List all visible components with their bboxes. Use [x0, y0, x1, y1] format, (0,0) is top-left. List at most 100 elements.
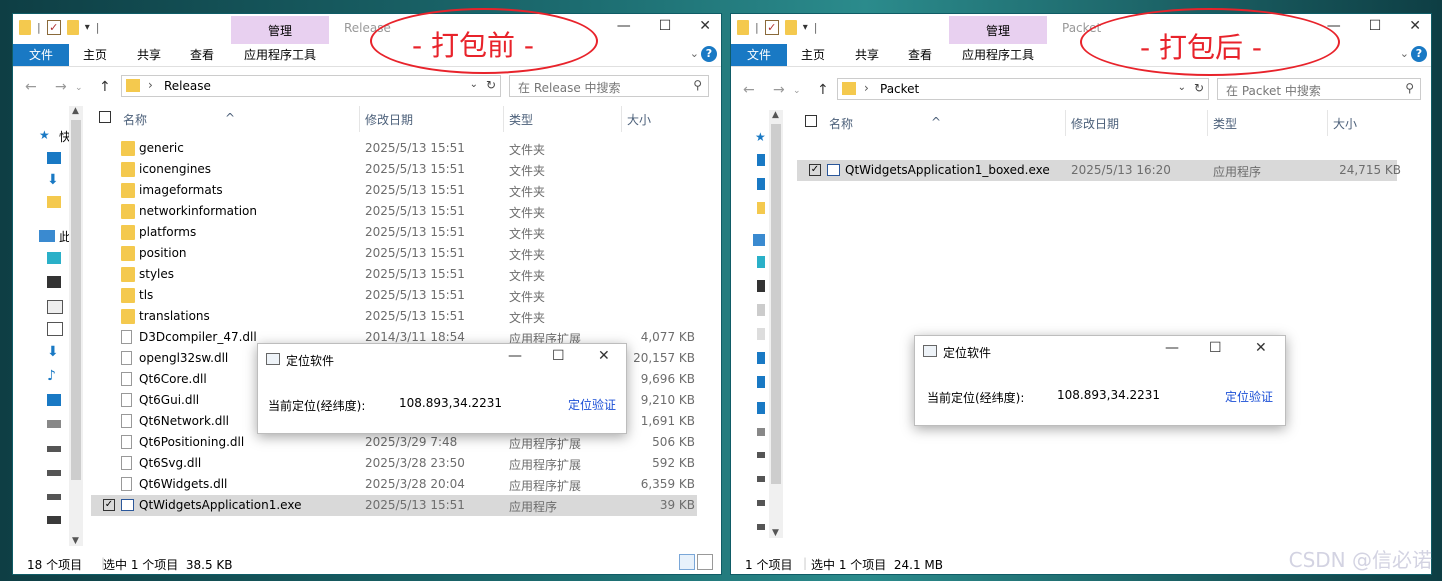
column-date[interactable]: 修改日期	[365, 111, 413, 128]
3d-objects-icon[interactable]	[47, 252, 61, 264]
minimize-icon[interactable]: —	[1165, 340, 1179, 356]
drive-icon[interactable]	[757, 524, 765, 530]
quick-access-icon[interactable]: ★	[755, 130, 769, 144]
drive-icon[interactable]	[757, 428, 765, 436]
row-checkbox[interactable]: ✓	[809, 164, 821, 176]
downloads-icon[interactable]: ⬇	[47, 344, 61, 360]
minimize-icon[interactable]: —	[617, 18, 631, 34]
row-checkbox[interactable]: ✓	[103, 499, 115, 511]
table-row[interactable]: Qt6Widgets.dll 2025/3/28 20:04 应用程序扩展 6,359…	[91, 474, 697, 495]
details-view-icon[interactable]	[679, 554, 695, 570]
table-row[interactable]: ✓ QtWidgetsApplication1_boxed.exe 2025/5/1…	[797, 160, 1401, 181]
scroll-up-icon[interactable]: ▲	[772, 110, 779, 120]
address-field[interactable]: › Release ⌄ ↻	[121, 75, 501, 97]
select-all-checkbox[interactable]	[805, 115, 817, 127]
downloads-icon[interactable]	[757, 352, 765, 364]
table-row[interactable]: platforms 2025/5/13 15:51 文件夹	[91, 222, 697, 243]
scroll-up-icon[interactable]: ▲	[72, 106, 79, 116]
column-size[interactable]: 大小	[627, 111, 651, 128]
table-row[interactable]: translations 2025/5/13 15:51 文件夹	[91, 306, 697, 327]
pictures-icon[interactable]	[47, 300, 63, 314]
column-name[interactable]: 名称	[829, 115, 853, 132]
desktop-icon[interactable]	[757, 402, 765, 414]
column-type[interactable]: 类型	[1213, 115, 1237, 132]
scroll-thumb[interactable]	[71, 120, 81, 480]
refresh-icon[interactable]: ↻	[1194, 81, 1204, 95]
tab-share[interactable]: 共享	[855, 44, 879, 66]
new-folder-icon[interactable]	[66, 20, 79, 35]
tab-share[interactable]: 共享	[137, 44, 161, 66]
chevron-down-icon[interactable]: ⌄	[1178, 82, 1186, 93]
tab-view[interactable]: 查看	[190, 44, 214, 66]
properties-icon[interactable]: ✓	[46, 20, 61, 35]
videos-icon[interactable]	[757, 280, 765, 292]
recent-dropdown-icon[interactable]: ⌄	[75, 83, 83, 93]
tab-file[interactable]: 文件	[13, 44, 69, 66]
search-input[interactable]: 在 Packet 中搜索 ⚲	[1217, 78, 1421, 100]
chevron-down-icon[interactable]: ⌄	[690, 47, 699, 60]
chevron-down-icon[interactable]: ⌄	[470, 79, 478, 90]
drive-icon[interactable]	[47, 494, 61, 500]
minimize-icon[interactable]: —	[508, 348, 522, 364]
table-row[interactable]: tls 2025/5/13 15:51 文件夹	[91, 285, 697, 306]
up-icon[interactable]: ↑	[99, 79, 111, 95]
close-icon[interactable]: ✕	[1409, 18, 1421, 34]
tab-manage[interactable]: 管理	[949, 16, 1047, 44]
column-date[interactable]: 修改日期	[1071, 115, 1119, 132]
properties-icon[interactable]: ✓	[764, 20, 779, 35]
downloads-icon[interactable]: ⬇	[47, 172, 61, 188]
back-icon[interactable]: ←	[25, 79, 37, 95]
tab-home[interactable]: 主页	[801, 44, 825, 66]
table-row[interactable]: Qt6Positioning.dll 2025/3/29 7:48 应用程序扩展 50…	[91, 432, 697, 453]
help-icon[interactable]: ?	[1411, 46, 1427, 62]
this-pc-icon[interactable]	[753, 234, 765, 246]
documents-icon[interactable]	[47, 196, 61, 208]
scroll-down-icon[interactable]: ▼	[72, 536, 79, 546]
videos-icon[interactable]	[47, 276, 61, 288]
nav-scrollbar[interactable]: ▲ ▼	[769, 110, 783, 538]
downloads-icon[interactable]	[757, 178, 765, 190]
desktop-icon[interactable]	[757, 154, 765, 166]
recent-dropdown-icon[interactable]: ⌄	[793, 86, 801, 96]
maximize-icon[interactable]: ☐	[552, 348, 565, 364]
music-icon[interactable]	[757, 376, 765, 388]
this-pc-icon[interactable]	[39, 230, 55, 242]
drive-icon[interactable]	[47, 470, 61, 476]
nav-scrollbar[interactable]: ▲ ▼	[69, 106, 83, 546]
table-row[interactable]: iconengines 2025/5/13 15:51 文件夹	[91, 159, 697, 180]
drive-icon[interactable]	[757, 500, 765, 506]
maximize-icon[interactable]: ☐	[1209, 340, 1222, 356]
drive-icon[interactable]	[47, 420, 61, 428]
column-name[interactable]: 名称	[123, 111, 147, 128]
documents-icon[interactable]	[47, 322, 63, 336]
search-input[interactable]: 在 Release 中搜索 ⚲	[509, 75, 709, 97]
close-icon[interactable]: ✕	[598, 348, 610, 364]
column-type[interactable]: 类型	[509, 111, 533, 128]
drive-icon[interactable]	[47, 446, 61, 452]
table-row[interactable]: styles 2025/5/13 15:51 文件夹	[91, 264, 697, 285]
close-icon[interactable]: ✕	[699, 18, 711, 34]
scroll-down-icon[interactable]: ▼	[772, 528, 779, 538]
pictures-icon[interactable]	[757, 304, 765, 316]
tab-app-tools[interactable]: 应用程序工具	[244, 44, 316, 66]
table-row[interactable]: position 2025/5/13 15:51 文件夹	[91, 243, 697, 264]
large-icons-view-icon[interactable]	[697, 554, 713, 570]
drive-icon[interactable]	[757, 452, 765, 458]
verify-location-link[interactable]: 定位验证	[568, 396, 616, 413]
desktop-icon[interactable]	[47, 394, 61, 406]
help-icon[interactable]: ?	[701, 46, 717, 62]
column-size[interactable]: 大小	[1333, 115, 1357, 132]
back-icon[interactable]: ←	[743, 82, 755, 98]
forward-icon[interactable]: →	[55, 79, 67, 95]
quick-access-icon[interactable]: ★	[39, 128, 53, 142]
tab-home[interactable]: 主页	[83, 44, 107, 66]
new-folder-icon[interactable]	[784, 20, 797, 35]
music-icon[interactable]: ♪	[47, 368, 61, 384]
documents-icon[interactable]	[757, 328, 765, 340]
table-row[interactable]: generic 2025/5/13 15:51 文件夹	[91, 138, 697, 159]
3d-objects-icon[interactable]	[757, 256, 765, 268]
tab-manage[interactable]: 管理	[231, 16, 329, 44]
table-row[interactable]: networkinformation 2025/5/13 15:51 文件夹	[91, 201, 697, 222]
customize-dropdown-icon[interactable]: ▾	[803, 22, 808, 33]
close-icon[interactable]: ✕	[1255, 340, 1267, 356]
